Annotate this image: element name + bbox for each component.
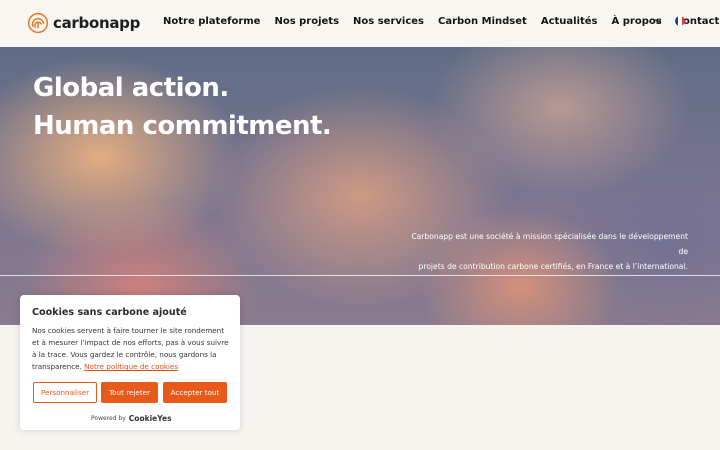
hero-description: Carbonapp est une société à mission spéc… xyxy=(400,229,688,274)
nav-item-services[interactable]: Nos services xyxy=(353,16,424,27)
fr-flag-icon[interactable] xyxy=(675,16,685,26)
hero-title-line-1: Global action. xyxy=(33,73,229,103)
nav-item-actualites[interactable]: Actualités xyxy=(541,16,598,27)
hero-description-line-2: projets de contribution carbone certifié… xyxy=(418,262,688,271)
cookie-text: Nos cookies servent à faire tourner le s… xyxy=(32,325,232,373)
nav-item-projets[interactable]: Nos projets xyxy=(274,16,339,27)
fingerprint-logo-icon xyxy=(27,12,49,34)
nav-item-carbon-mindset[interactable]: Carbon Mindset xyxy=(438,16,527,27)
cookie-banner: Cookies sans carbone ajouté Nos cookies … xyxy=(20,295,240,430)
chevron-down-icon[interactable] xyxy=(652,15,664,27)
hero-section: Global action. Human commitment. Carbona… xyxy=(0,47,720,325)
hero-divider xyxy=(0,275,720,276)
accept-all-button[interactable]: Accepter tout xyxy=(163,382,227,403)
hero-description-line-1: Carbonapp est une société à mission spéc… xyxy=(411,232,688,256)
nav-item-plateforme[interactable]: Notre plateforme xyxy=(163,16,260,27)
powered-by-label: Powered by xyxy=(91,415,126,422)
cookieyes-logo[interactable]: CookieYes xyxy=(129,414,172,423)
site-header: carbonapp Notre plateforme Nos projets N… xyxy=(0,0,720,47)
hero-title: Global action. Human commitment. xyxy=(33,69,332,145)
powered-by: Powered by CookieYes xyxy=(91,414,172,423)
reject-all-button[interactable]: Tout rejeter xyxy=(101,382,158,403)
customize-button[interactable]: Personnaliser xyxy=(33,382,97,403)
logo-text: carbonapp xyxy=(53,14,141,32)
cookie-policy-link[interactable]: Notre politique de cookies xyxy=(84,362,178,371)
hero-title-line-2: Human commitment. xyxy=(33,111,332,141)
cookie-title: Cookies sans carbone ajouté xyxy=(32,307,187,318)
logo[interactable]: carbonapp xyxy=(27,11,140,35)
main-nav: Notre plateforme Nos projets Nos service… xyxy=(163,16,719,27)
